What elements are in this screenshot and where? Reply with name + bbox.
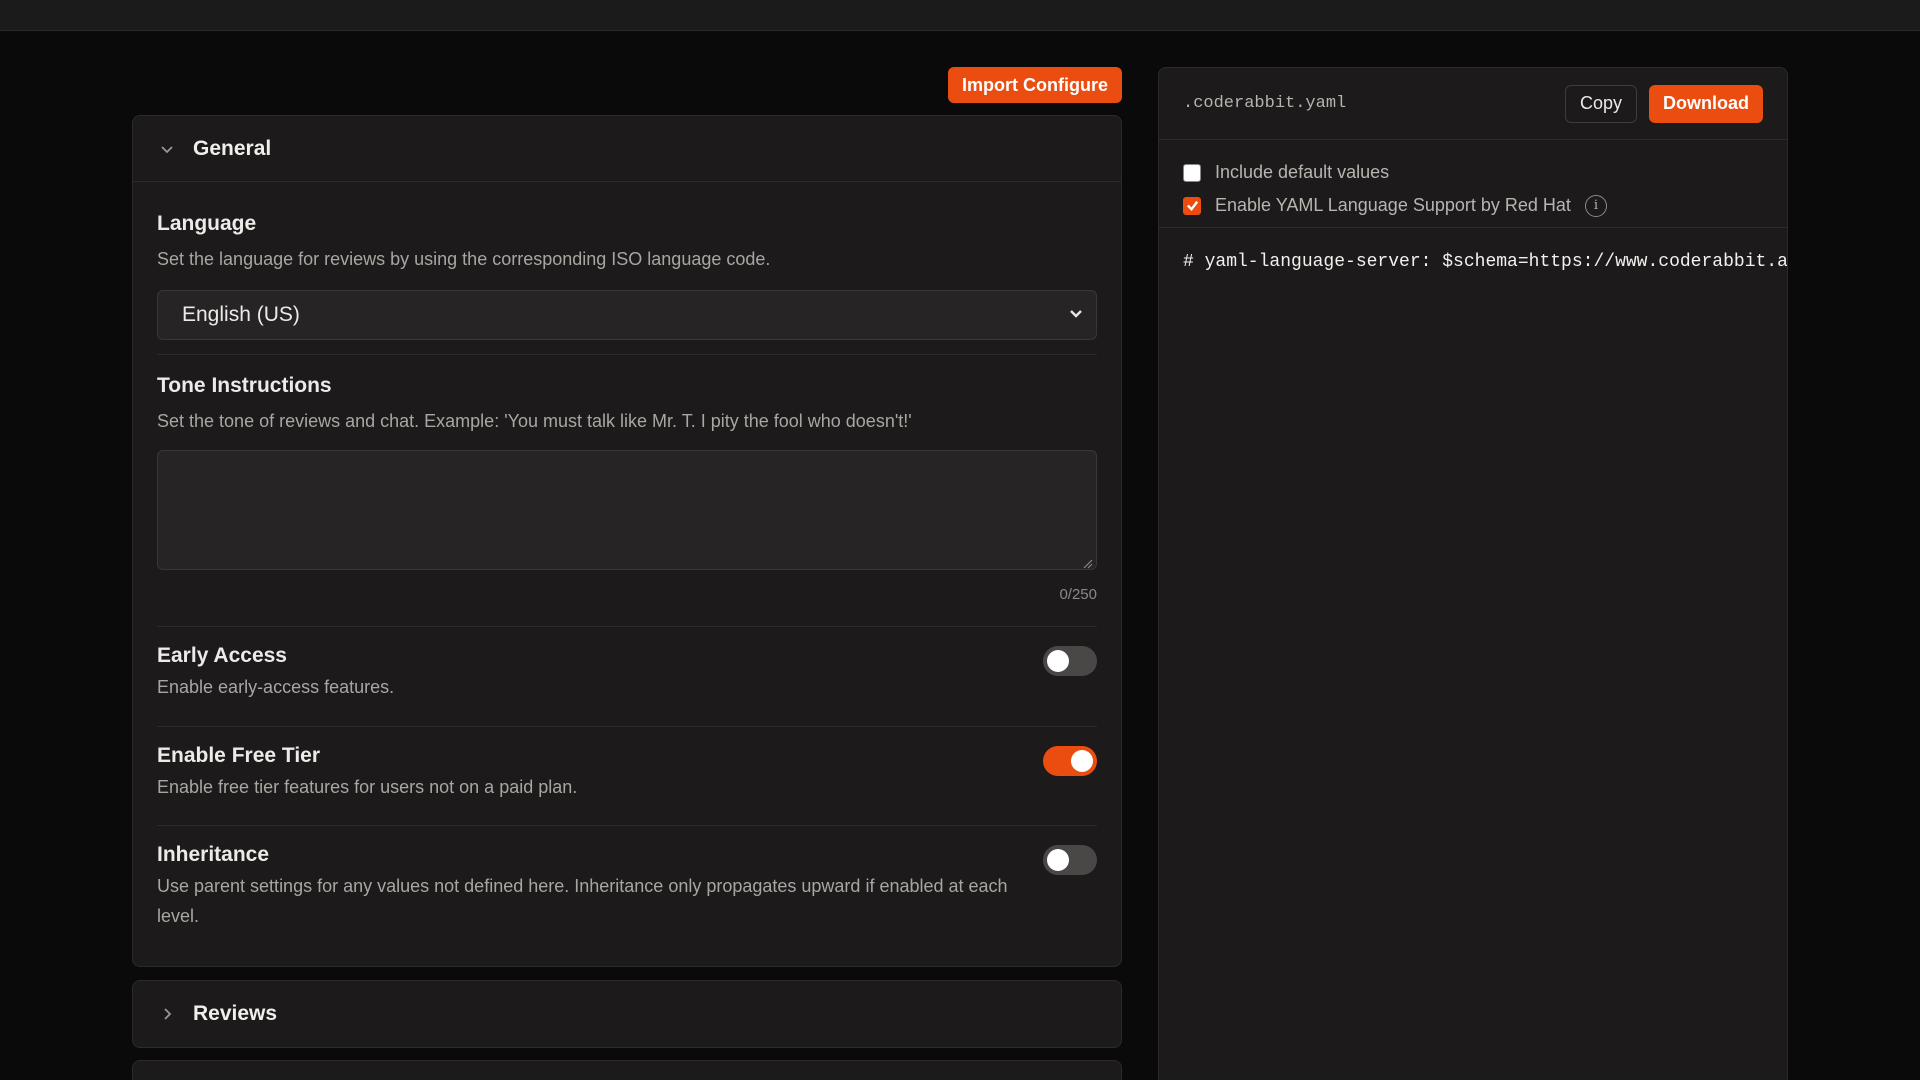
yaml-actions: Copy Download	[1564, 84, 1763, 123]
divider	[157, 726, 1097, 727]
reviews-section-title: Reviews	[193, 1002, 278, 1025]
early-access-toggle[interactable]	[1043, 646, 1097, 676]
yaml-support-option[interactable]: Enable YAML Language Support by Red Hat …	[1183, 189, 1763, 222]
toggle-knob	[1047, 650, 1069, 672]
yaml-support-label: Enable YAML Language Support by Red Hat	[1215, 195, 1571, 215]
check-icon	[1186, 201, 1198, 212]
tone-description: Set the tone of reviews and chat. Exampl…	[157, 411, 912, 431]
general-section: General Language Set the language for re…	[132, 115, 1122, 967]
divider	[157, 825, 1097, 826]
tone-label: Tone Instructions	[157, 374, 332, 397]
include-defaults-label: Include default values	[1215, 162, 1390, 182]
yaml-code-line: # yaml-language-server: $schema=https://…	[1183, 252, 1787, 272]
language-select[interactable]: English (US)	[157, 290, 1097, 340]
reviews-section-header[interactable]: Reviews	[133, 981, 1121, 1047]
divider	[157, 626, 1097, 627]
inheritance-label: Inheritance	[157, 843, 270, 866]
yaml-filename: .coderabbit.yaml	[1183, 94, 1347, 113]
toggle-knob	[1071, 750, 1093, 772]
early-access-description: Enable early-access features.	[157, 677, 395, 697]
divider	[157, 354, 1097, 355]
yaml-panel-header: .coderabbit.yaml Copy Download	[1159, 68, 1787, 140]
free-tier-description: Enable free tier features for users not …	[157, 777, 578, 797]
inheritance-toggle[interactable]	[1043, 845, 1097, 875]
language-setting: Language Set the language for reviews by…	[157, 212, 1097, 340]
toggle-knob	[1047, 849, 1069, 871]
language-description: Set the language for reviews by using th…	[157, 249, 771, 269]
tone-setting: Tone Instructions Set the tone of review…	[157, 374, 1097, 603]
chevron-down-icon	[1068, 303, 1084, 327]
general-section-title: General	[193, 136, 272, 160]
resize-handle-icon[interactable]	[1083, 556, 1093, 569]
free-tier-setting: Enable Free Tier Enable free tier featur…	[157, 744, 1097, 802]
tone-character-counter: 0/250	[1059, 586, 1097, 603]
general-section-header[interactable]: General	[133, 116, 1121, 182]
include-defaults-checkbox[interactable]	[1183, 163, 1201, 182]
inheritance-description: Use parent settings for any values not d…	[157, 876, 1008, 926]
language-label: Language	[157, 212, 257, 235]
chevron-right-icon	[159, 1006, 175, 1022]
free-tier-toggle[interactable]	[1043, 746, 1097, 776]
top-bar	[0, 0, 1920, 31]
import-configure-button[interactable]: Import Configure	[948, 67, 1122, 103]
language-select-value: English (US)	[182, 303, 300, 326]
copy-button[interactable]: Copy	[1564, 84, 1637, 123]
early-access-setting: Early Access Enable early-access feature…	[157, 644, 1097, 702]
free-tier-label: Enable Free Tier	[157, 744, 321, 767]
include-defaults-option[interactable]: Include default values	[1183, 156, 1763, 189]
reviews-section: Reviews	[132, 980, 1122, 1048]
early-access-label: Early Access	[157, 644, 287, 667]
chevron-down-icon	[159, 141, 175, 157]
yaml-support-checkbox[interactable]	[1183, 196, 1201, 215]
inheritance-setting: Inheritance Use parent settings for any …	[157, 843, 1097, 931]
download-button[interactable]: Download	[1649, 84, 1763, 123]
collapsed-section[interactable]	[132, 1060, 1122, 1080]
yaml-preview-panel: .coderabbit.yaml Copy Download Include d…	[1158, 67, 1788, 1080]
tone-textarea[interactable]	[157, 450, 1097, 570]
yaml-options: Include default values Enable YAML Langu…	[1159, 140, 1787, 228]
info-icon[interactable]: i	[1584, 194, 1607, 217]
